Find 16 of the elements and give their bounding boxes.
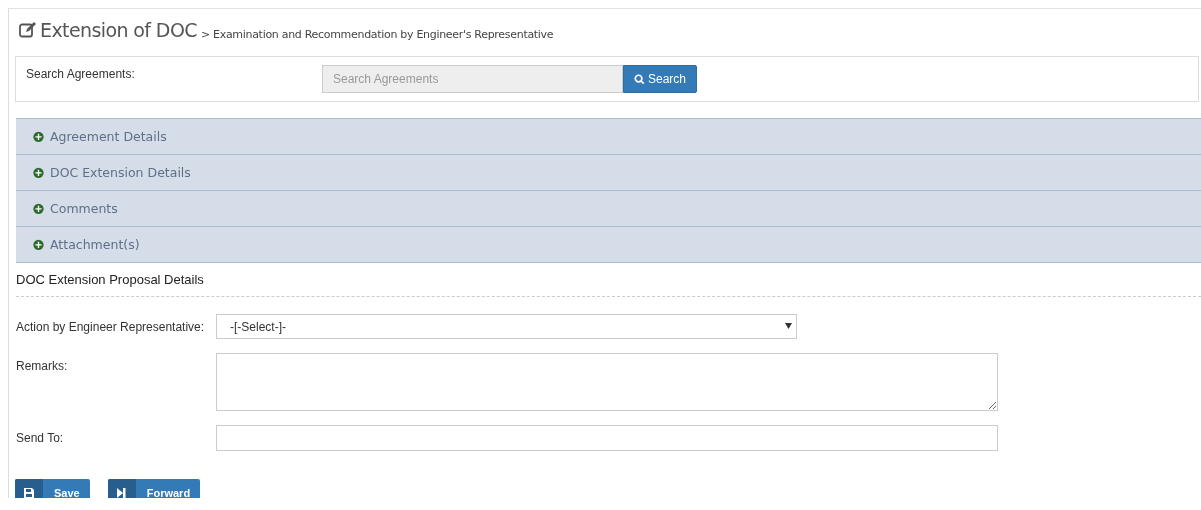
search-field[interactable]: Search Agreements [322,65,623,93]
search-label: Search Agreements: [25,66,136,81]
accordion-header[interactable]: DOC Extension Details [16,154,1201,190]
page-title: Extension of DOC [19,19,197,41]
section-heading: DOC Extension Proposal Details [16,272,1201,297]
accordion-header[interactable]: Agreement Details [16,118,1201,154]
action-dropdown[interactable]: -[-Select-]- [216,314,797,339]
field-label: Send To: [16,430,65,445]
search-button[interactable]: Search [623,65,698,93]
save-button[interactable]: Save [15,479,90,498]
accordion-header[interactable]: Comments [16,190,1201,226]
field-label: Action by Engineer Representative: [16,319,206,334]
accordion-header[interactable]: Attachment(s) [16,226,1201,262]
field-label: Remarks: [16,358,69,373]
forward-button[interactable]: Forward [107,479,201,498]
breadcrumb: > Examination and Recommendation by Engineer's Representative [200,28,554,41]
